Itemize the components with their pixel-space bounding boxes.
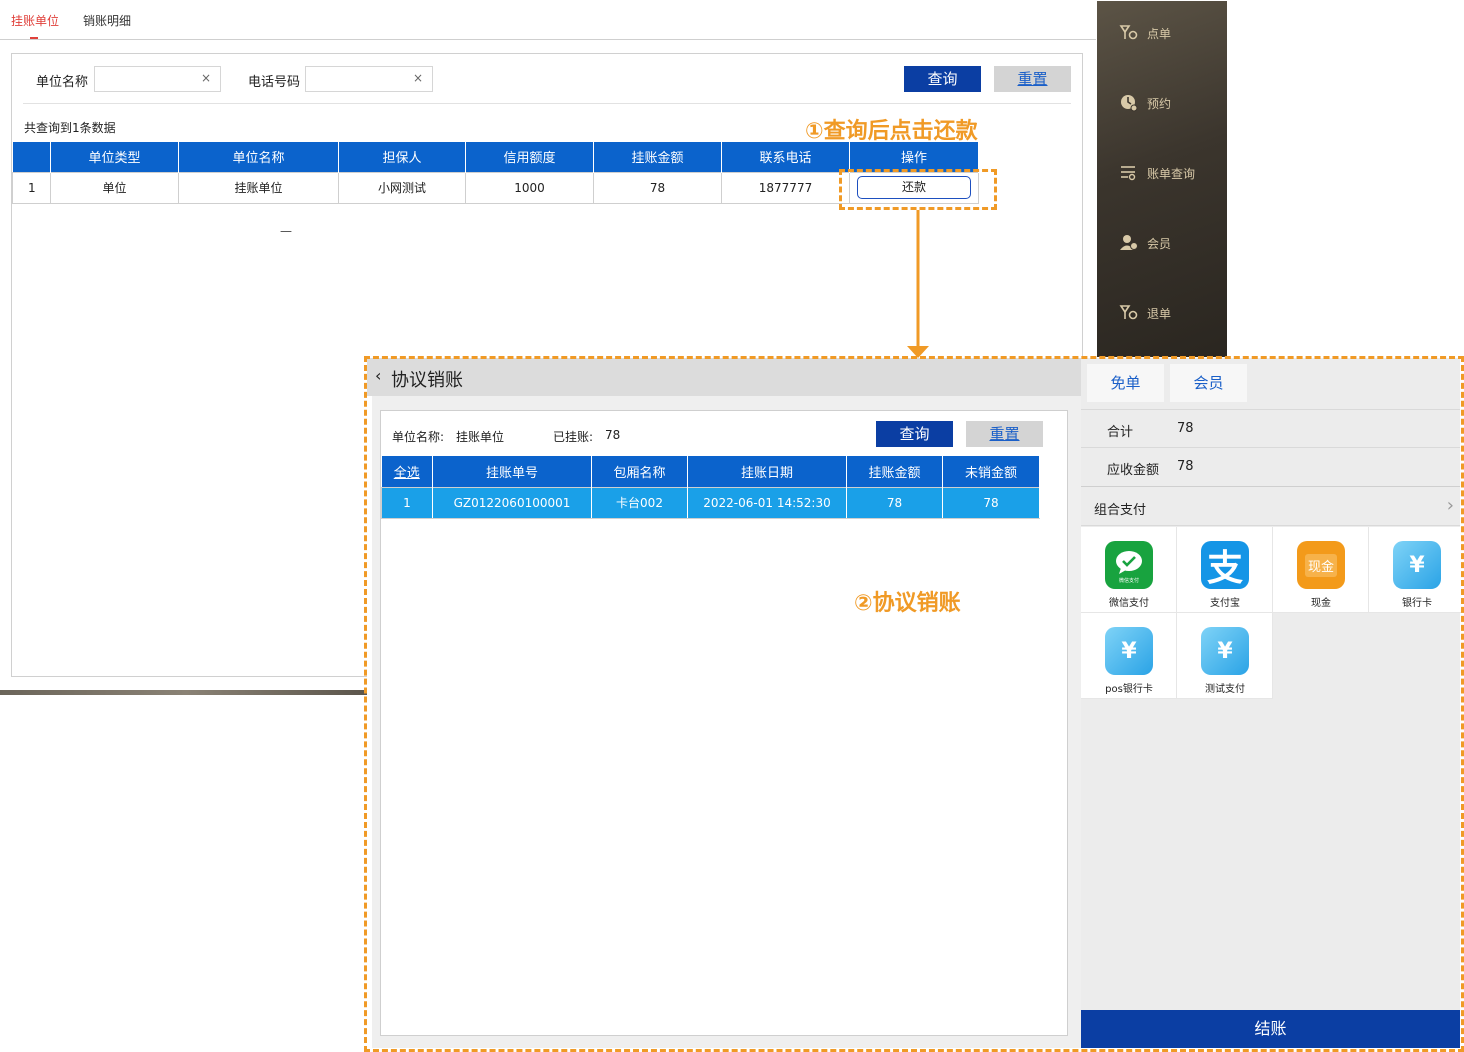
reset-button[interactable]: 重置 xyxy=(994,66,1071,92)
unit-name-input[interactable]: × xyxy=(94,66,221,92)
step1-highlight-box xyxy=(839,169,997,210)
table-row[interactable]: 1 单位 挂账单位 小网测试 1000 78 1877777 还款 xyxy=(12,171,979,204)
clear-icon[interactable]: × xyxy=(201,71,211,85)
col-credit-amount: 挂账金额 xyxy=(593,142,722,172)
step1-callout: ①查询后点击还款 xyxy=(805,119,978,144)
menu-item-refund[interactable]: 退单 xyxy=(1119,303,1171,323)
query-button[interactable]: 查询 xyxy=(904,66,981,92)
col-unit-type: 单位类型 xyxy=(50,142,179,172)
member-icon xyxy=(1120,235,1138,250)
col-guarantor: 担保人 xyxy=(338,142,466,172)
step2-callout: ②协议销账 xyxy=(854,591,961,616)
reservation-icon xyxy=(1121,95,1138,112)
tab-bar: 挂账单位 销账明细 xyxy=(0,0,1096,40)
menu-label: 账单查询 xyxy=(1147,166,1196,181)
side-menu: 点单 预约 账单查询 会员 退单 xyxy=(1097,1,1227,357)
row-guarantor: 小网测试 xyxy=(338,171,466,204)
menu-label: 点单 xyxy=(1147,26,1172,41)
order-icon xyxy=(1119,25,1138,40)
result-count: 共查询到1条数据 xyxy=(24,121,116,135)
row-phone: 1877777 xyxy=(721,171,850,204)
row-index: 1 xyxy=(12,171,51,204)
bottom-edge-strip xyxy=(0,690,372,695)
menu-label: 预约 xyxy=(1147,96,1172,111)
menu-item-member[interactable]: 会员 xyxy=(1119,233,1171,253)
menu-label: 退单 xyxy=(1147,306,1172,321)
active-tab-indicator xyxy=(30,37,38,39)
unit-name-label: 单位名称 xyxy=(36,75,89,90)
tab-settlement-details[interactable]: 销账明细 xyxy=(83,12,131,29)
col-phone: 联系电话 xyxy=(721,142,850,172)
menu-item-reservation[interactable]: 预约 xyxy=(1119,93,1171,113)
menu-label: 会员 xyxy=(1147,236,1172,251)
step2-highlight-box xyxy=(364,356,1464,1052)
row-unit-type: 单位 xyxy=(50,171,179,204)
table-header-row: 单位类型 单位名称 担保人 信用额度 挂账金额 联系电话 操作 xyxy=(12,142,979,172)
divider xyxy=(23,103,1071,104)
arrow-down-icon xyxy=(907,210,929,358)
col-unit-name: 单位名称 xyxy=(178,142,339,172)
col-action: 操作 xyxy=(849,142,979,172)
row-credit-amount: 78 xyxy=(593,171,722,204)
row-unit-name: 挂账单位 xyxy=(178,171,339,204)
phone-label: 电话号码 xyxy=(248,75,301,90)
units-table: 单位类型 单位名称 担保人 信用额度 挂账金额 联系电话 操作 1 单位 挂账单… xyxy=(12,142,979,204)
tab-credit-units[interactable]: 挂账单位 xyxy=(11,12,59,29)
col-credit-limit: 信用额度 xyxy=(465,142,594,172)
pagination-dash: — xyxy=(280,224,292,238)
phone-input[interactable]: × xyxy=(305,66,433,92)
menu-item-order[interactable]: 点单 xyxy=(1119,23,1171,43)
clear-icon[interactable]: × xyxy=(413,71,423,85)
bill-query-icon xyxy=(1121,166,1136,181)
refund-icon xyxy=(1119,305,1138,320)
col-index xyxy=(12,142,51,172)
menu-item-bill-query[interactable]: 账单查询 xyxy=(1119,163,1195,183)
row-credit-limit: 1000 xyxy=(465,171,594,204)
